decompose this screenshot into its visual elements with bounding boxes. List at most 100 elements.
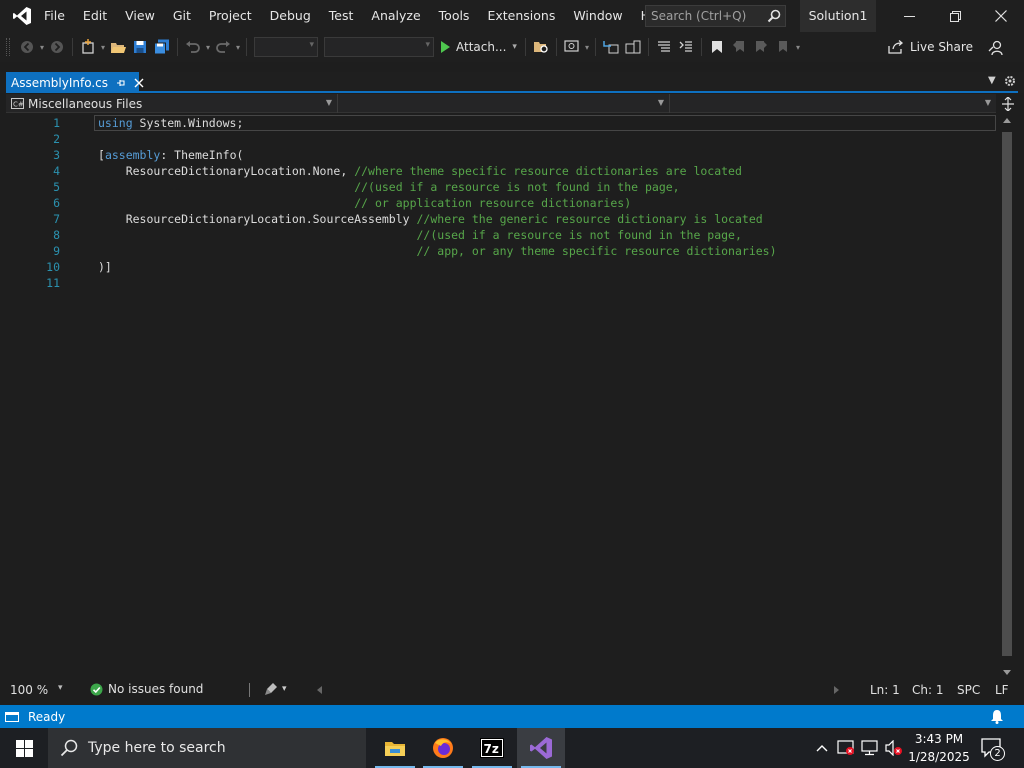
scroll-left-icon[interactable] [317, 686, 322, 694]
comment-lines-icon[interactable] [653, 36, 675, 58]
uncomment-lines-icon[interactable] [675, 36, 697, 58]
zoom-dropdown[interactable]: 100 % [10, 683, 70, 697]
code-line[interactable]: [assembly: ThemeInfo( [98, 147, 243, 163]
solution-configuration-combo[interactable] [254, 37, 318, 57]
menu-tools[interactable]: Tools [430, 0, 479, 32]
live-share-button[interactable]: Live Share [888, 36, 973, 58]
scroll-down-icon[interactable] [1003, 670, 1011, 675]
menu-git[interactable]: Git [164, 0, 200, 32]
menu-project[interactable]: Project [200, 0, 261, 32]
minimize-button[interactable] [886, 0, 932, 32]
previous-bookmark-icon[interactable] [728, 36, 750, 58]
line-ending-indicator[interactable]: LF [995, 683, 1009, 697]
navigate-forward-icon[interactable] [46, 36, 68, 58]
bookmark-icon[interactable] [706, 36, 728, 58]
network-icon[interactable] [858, 740, 882, 756]
step-into-icon[interactable] [600, 36, 622, 58]
code-line[interactable]: //(used if a resource is not found in th… [98, 179, 679, 195]
settings-gear-icon[interactable] [1004, 75, 1016, 87]
clock-time: 3:43 PM [914, 732, 964, 746]
vertical-scrollbar-thumb[interactable] [1002, 132, 1012, 656]
code-line[interactable]: )] [98, 259, 112, 275]
restore-button[interactable] [932, 0, 978, 32]
code-editor[interactable]: 1 2 3 4 5 6 7 8 9 10 11 using System.Windows; [asse… [6, 114, 1000, 680]
volume-muted-icon[interactable] [882, 740, 906, 756]
taskbar-firefox[interactable] [419, 728, 467, 768]
open-file-icon[interactable] [107, 36, 129, 58]
vertical-scrollbar[interactable] [1000, 114, 1014, 680]
code-line[interactable]: // app, or any theme specific resource d… [98, 243, 777, 259]
menu-edit[interactable]: Edit [74, 0, 116, 32]
security-warning-icon[interactable] [834, 740, 858, 756]
show-hidden-icons-icon[interactable] [810, 744, 834, 752]
menu-window[interactable]: Window [564, 0, 631, 32]
menu-file[interactable]: File [44, 0, 74, 32]
code-line[interactable]: //(used if a resource is not found in th… [98, 227, 742, 243]
redo-icon[interactable] [212, 36, 234, 58]
line-indicator[interactable]: Ln: 1 [870, 683, 900, 697]
issues-indicator[interactable]: No issues found [90, 682, 203, 696]
document-tab[interactable]: AssemblyInfo.cs [6, 72, 144, 93]
attach-button[interactable]: Attach... ▾ [437, 36, 521, 58]
undo-dropdown-icon[interactable]: ▾ [204, 36, 212, 58]
taskbar-clock[interactable]: 3:43 PM 1/28/2025 [906, 730, 972, 766]
member-dropdown[interactable]: ▼ [670, 94, 996, 113]
new-project-icon[interactable] [77, 36, 99, 58]
code-cleanup-button[interactable]: ▾ [264, 682, 287, 696]
search-box[interactable] [645, 5, 786, 27]
save-all-icon[interactable] [151, 36, 173, 58]
search-icon[interactable] [767, 9, 781, 23]
solution-name[interactable]: Solution1 [800, 0, 876, 32]
type-dropdown[interactable]: ▼ [338, 94, 670, 113]
close-tab-icon[interactable] [134, 78, 144, 88]
column-indicator[interactable]: Ch: 1 [912, 683, 943, 697]
toolbar-grip[interactable] [6, 38, 10, 56]
notifications-bell-icon[interactable] [990, 709, 1004, 724]
toolbar-overflow-icon[interactable]: ▾ [794, 36, 802, 58]
find-in-files-icon[interactable] [530, 36, 552, 58]
undo-icon[interactable] [182, 36, 204, 58]
menu-extensions[interactable]: Extensions [478, 0, 564, 32]
tab-list-dropdown-icon[interactable]: ▼ [988, 75, 996, 86]
new-project-dropdown-icon[interactable]: ▾ [99, 36, 107, 58]
scroll-up-icon[interactable] [1003, 118, 1011, 123]
spacing-indicator[interactable]: SPC [957, 683, 980, 697]
step-out-icon[interactable] [622, 36, 644, 58]
document-tab-title: AssemblyInfo.cs [11, 75, 109, 90]
notification-count-badge: 2 [990, 746, 1005, 761]
menu-test[interactable]: Test [320, 0, 363, 32]
code-line[interactable]: ResourceDictionaryLocation.None, //where… [98, 163, 742, 179]
account-feedback-icon[interactable] [986, 38, 1006, 58]
taskbar-file-explorer[interactable] [371, 728, 419, 768]
code-line[interactable]: // or application resource dictionaries) [98, 195, 631, 211]
taskbar-7zip[interactable]: 7z [468, 728, 516, 768]
scroll-right-icon[interactable] [834, 686, 839, 694]
browser-link-icon[interactable] [561, 36, 583, 58]
save-icon[interactable] [129, 36, 151, 58]
close-window-button[interactable] [978, 0, 1024, 32]
menu-debug[interactable]: Debug [261, 0, 320, 32]
split-window-icon[interactable] [1000, 95, 1016, 113]
menu-analyze[interactable]: Analyze [362, 0, 429, 32]
search-input[interactable] [651, 9, 763, 23]
solution-platform-combo[interactable] [324, 37, 434, 57]
browser-link-dropdown-icon[interactable]: ▾ [583, 36, 591, 58]
next-bookmark-icon[interactable] [750, 36, 772, 58]
attach-dropdown-icon[interactable]: ▾ [512, 42, 517, 52]
start-button[interactable] [0, 728, 48, 768]
pin-tab-icon[interactable] [116, 78, 126, 88]
taskbar-visual-studio[interactable] [517, 728, 565, 768]
tab-accent-line [6, 91, 1018, 93]
code-cleanup-dropdown-icon[interactable]: ▾ [282, 684, 287, 694]
line-number: 9 [53, 244, 60, 258]
redo-dropdown-icon[interactable]: ▾ [234, 36, 242, 58]
code-line[interactable]: ResourceDictionaryLocation.SourceAssembl… [98, 211, 763, 227]
navigate-back-dropdown-icon[interactable]: ▾ [38, 36, 46, 58]
clear-bookmarks-icon[interactable] [772, 36, 794, 58]
code-line[interactable]: using System.Windows; [98, 115, 243, 131]
taskbar-search[interactable]: Type here to search [48, 728, 366, 768]
action-center-button[interactable]: 2 [978, 736, 1006, 762]
menu-view[interactable]: View [116, 0, 164, 32]
navigate-back-icon[interactable] [16, 36, 38, 58]
project-dropdown[interactable]: C# Miscellaneous Files ▼ [6, 94, 338, 113]
